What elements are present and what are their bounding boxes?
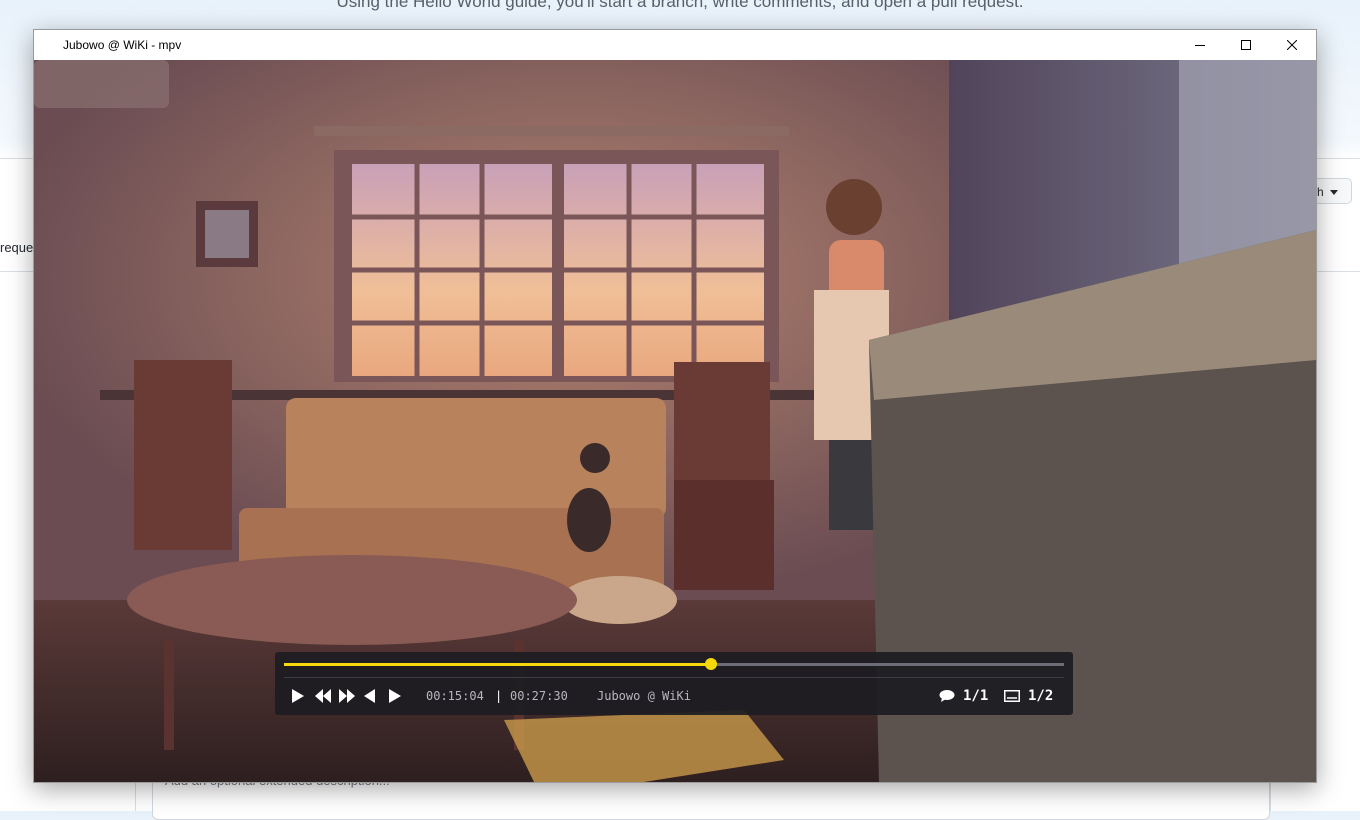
speech-bubble-icon bbox=[939, 690, 955, 702]
controls-divider bbox=[284, 677, 1064, 678]
window-title: Jubowo @ WiKi - mpv bbox=[63, 38, 182, 52]
window-titlebar[interactable]: Jubowo @ WiKi - mpv bbox=[34, 30, 1316, 60]
seekbar[interactable] bbox=[284, 658, 1064, 670]
next-button[interactable] bbox=[388, 685, 402, 707]
maximize-button[interactable] bbox=[1223, 30, 1269, 60]
seekbar-handle[interactable] bbox=[705, 658, 718, 670]
subtitle-track-button[interactable]: 1/2 bbox=[1004, 685, 1053, 707]
next-icon bbox=[389, 689, 401, 703]
close-icon bbox=[1287, 40, 1297, 50]
subtitle-icon bbox=[1004, 690, 1020, 702]
play-button[interactable] bbox=[291, 685, 305, 707]
player-controls: 00:15:04 | 00:27:30 Jubowo @ WiKi 1/1 1/… bbox=[275, 652, 1073, 715]
maximize-icon bbox=[1241, 40, 1251, 50]
mpv-window: Jubowo @ WiKi - mpv 00:15:04 | 00:27:30 … bbox=[33, 29, 1317, 783]
previous-icon bbox=[364, 689, 375, 703]
seekbar-progress bbox=[284, 663, 712, 666]
media-title: Jubowo @ WiKi bbox=[597, 689, 691, 703]
fast-forward-icon bbox=[339, 689, 355, 703]
background-side-text: reque bbox=[0, 240, 34, 255]
rewind-button[interactable] bbox=[314, 685, 332, 707]
close-button[interactable] bbox=[1269, 30, 1315, 60]
chapter-track-button[interactable]: 1/1 bbox=[939, 685, 988, 707]
previous-button[interactable] bbox=[363, 685, 377, 707]
duration-time[interactable]: 00:27:30 bbox=[510, 689, 568, 703]
video-frame[interactable]: 00:15:04 | 00:27:30 Jubowo @ WiKi 1/1 1/… bbox=[34, 60, 1316, 782]
fast-forward-button[interactable] bbox=[338, 685, 356, 707]
caret-down-icon bbox=[1329, 190, 1338, 196]
minimize-button[interactable] bbox=[1177, 30, 1223, 60]
chapter-track-value: 1/1 bbox=[963, 688, 989, 704]
elapsed-time[interactable]: 00:15:04 bbox=[426, 689, 484, 703]
time-separator: | bbox=[495, 689, 503, 703]
subtitle-track-value: 1/2 bbox=[1028, 688, 1054, 704]
background-page-heading: Using the Hello World guide, you'll star… bbox=[336, 0, 1024, 11]
rewind-icon bbox=[315, 689, 331, 703]
minimize-icon bbox=[1195, 45, 1205, 46]
play-icon bbox=[292, 689, 304, 703]
